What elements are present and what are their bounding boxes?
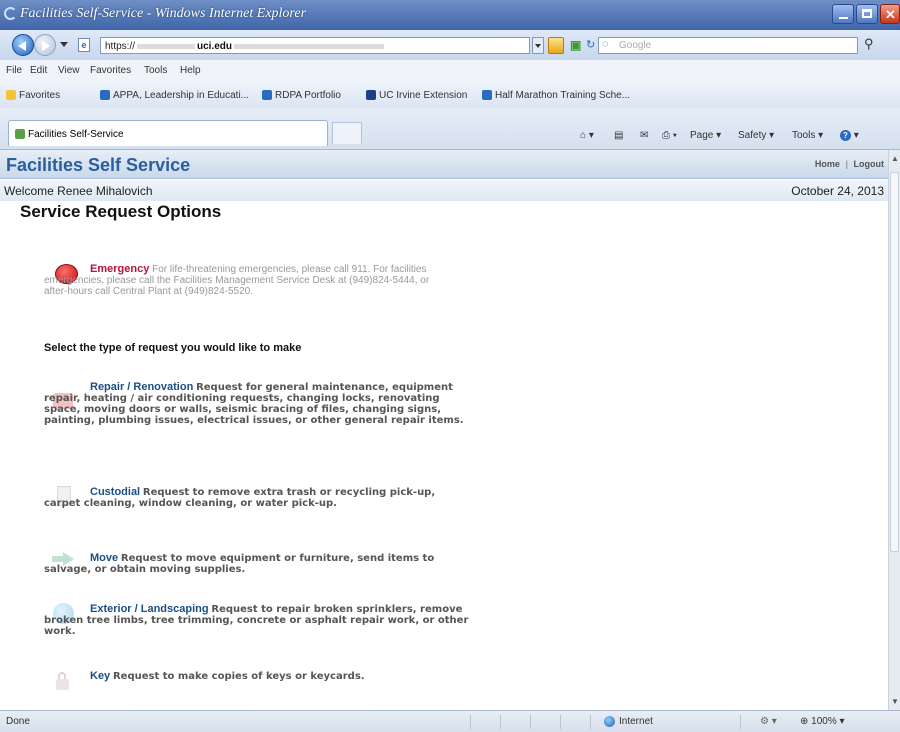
close-icon: ✕ xyxy=(885,7,896,22)
minimize-button[interactable] xyxy=(832,4,854,24)
back-button[interactable] xyxy=(12,34,34,56)
feeds-icon[interactable]: ▤ xyxy=(614,130,623,141)
scroll-up-icon[interactable]: ▲ xyxy=(891,154,899,163)
protected-mode-icon[interactable]: ⚙ ▾ xyxy=(760,716,777,727)
safety-menu[interactable]: Safety ▾ xyxy=(738,130,774,141)
status-text: Done xyxy=(6,716,30,727)
url-scheme: https:// xyxy=(105,41,136,52)
forward-button[interactable] xyxy=(34,34,56,56)
uci-icon xyxy=(366,90,376,101)
emergency-label: Emergency xyxy=(90,263,150,275)
option-label[interactable]: Repair / Renovation xyxy=(90,381,193,393)
maximize-button[interactable] xyxy=(856,4,878,24)
header-links: Home | Logout xyxy=(814,159,885,169)
history-dropdown-icon[interactable] xyxy=(60,42,68,47)
tab-facilities-self-service[interactable]: Facilities Self-Service xyxy=(8,120,328,146)
option-move[interactable]: Move Request to move equipment or furnit… xyxy=(44,552,469,576)
new-tab-button[interactable] xyxy=(332,122,362,144)
tab-bar: Facilities Self-Service ⌂ ▾ ▤ ✉ ⎙ ▾ Page… xyxy=(0,108,900,150)
search-input[interactable]: Google xyxy=(598,37,858,54)
scrollbar-thumb[interactable] xyxy=(890,172,899,552)
favorite-item[interactable]: RDPA Portfolio xyxy=(262,90,341,101)
home-icon[interactable]: ⌂ ▾ xyxy=(580,130,594,141)
window-title: Facilities Self-Service - Windows Intern… xyxy=(20,6,307,21)
search-provider-icon: ◌ xyxy=(602,38,609,50)
ie-page-icon xyxy=(262,90,272,101)
globe-icon xyxy=(604,716,615,727)
status-bar: Done Internet ⚙ ▾ ⊕ 100% ▾ xyxy=(0,710,900,732)
favorite-item[interactable]: UC Irvine Extension xyxy=(366,90,467,101)
print-icon[interactable]: ⎙ ▾ xyxy=(662,130,677,141)
welcome-text: Welcome Renee Mihalovich xyxy=(4,184,153,198)
menu-tools[interactable]: Tools xyxy=(144,65,167,76)
tab-label: Facilities Self-Service xyxy=(28,129,124,140)
select-prompt: Select the type of request you would lik… xyxy=(44,342,302,354)
option-key[interactable]: Key Request to make copies of keys or ke… xyxy=(44,670,469,683)
menu-view[interactable]: View xyxy=(58,65,80,76)
option-label[interactable]: Exterior / Landscaping xyxy=(90,603,209,615)
ie-logo-icon xyxy=(4,7,17,20)
ie-page-icon xyxy=(482,90,492,101)
page-menu[interactable]: Page ▾ xyxy=(690,130,721,141)
favorites-bar: Favorites APPA, Leadership in Educati...… xyxy=(0,82,900,109)
menu-bar: File Edit View Favorites Tools Help xyxy=(0,60,900,83)
menu-favorites[interactable]: Favorites xyxy=(90,65,131,76)
home-link[interactable]: Home xyxy=(815,159,840,169)
security-zone: Internet xyxy=(604,716,653,727)
tab-page-icon xyxy=(15,129,25,140)
emergency-notice: Emergency For life-threatening emergenci… xyxy=(44,263,449,298)
window-title-bar: Facilities Self-Service - Windows Intern… xyxy=(0,0,900,30)
ie-page-icon xyxy=(100,90,110,101)
favorites-button[interactable]: Favorites xyxy=(6,90,60,101)
address-dropdown-button[interactable] xyxy=(532,37,544,54)
search-icon[interactable]: ⚲ xyxy=(864,36,894,53)
option-label[interactable]: Key xyxy=(90,670,110,682)
menu-file[interactable]: File xyxy=(6,65,22,76)
option-repair-renovation[interactable]: Repair / Renovation Request for general … xyxy=(44,381,469,427)
address-bar[interactable]: https:// uci.edu xyxy=(100,37,530,54)
option-label[interactable]: Move xyxy=(90,552,118,564)
option-exterior-landscaping[interactable]: Exterior / Landscaping Request to repair… xyxy=(44,603,469,638)
favorite-item[interactable]: Half Marathon Training Sche... xyxy=(482,90,630,101)
app-title: Facilities Self Service xyxy=(6,155,191,175)
lock-icon[interactable] xyxy=(548,37,564,54)
menu-edit[interactable]: Edit xyxy=(30,65,47,76)
back-arrow-icon xyxy=(18,41,26,51)
welcome-bar: Welcome Renee Mihalovich October 24, 201… xyxy=(0,180,888,201)
vertical-scrollbar[interactable]: ▲ ▼ xyxy=(888,150,900,710)
page-title: Service Request Options xyxy=(20,202,222,221)
close-button[interactable]: ✕ xyxy=(880,4,900,24)
option-label[interactable]: Custodial xyxy=(90,486,140,498)
favorite-item[interactable]: APPA, Leadership in Educati... xyxy=(100,90,249,101)
tools-menu[interactable]: Tools ▾ xyxy=(792,130,823,141)
menu-help[interactable]: Help xyxy=(180,65,201,76)
url-blur xyxy=(234,43,385,49)
mail-icon[interactable]: ✉ xyxy=(640,130,648,141)
url-domain: uci.edu xyxy=(197,41,233,52)
app-header: Facilities Self Service Home | Logout xyxy=(0,150,888,179)
star-icon xyxy=(6,90,16,101)
option-custodial[interactable]: Custodial Request to remove extra trash … xyxy=(44,486,469,510)
forward-arrow-icon xyxy=(42,41,50,51)
logout-link[interactable]: Logout xyxy=(854,159,885,169)
url-blur xyxy=(137,43,196,49)
scroll-down-icon[interactable]: ▼ xyxy=(891,697,899,706)
option-description: Request to make copies of keys or keycar… xyxy=(112,671,365,682)
zoom-control[interactable]: ⊕ 100% ▾ xyxy=(800,716,845,727)
current-date: October 24, 2013 xyxy=(791,184,884,198)
page-icon: e xyxy=(78,38,90,52)
help-icon[interactable]: ? ▾ xyxy=(840,130,859,141)
